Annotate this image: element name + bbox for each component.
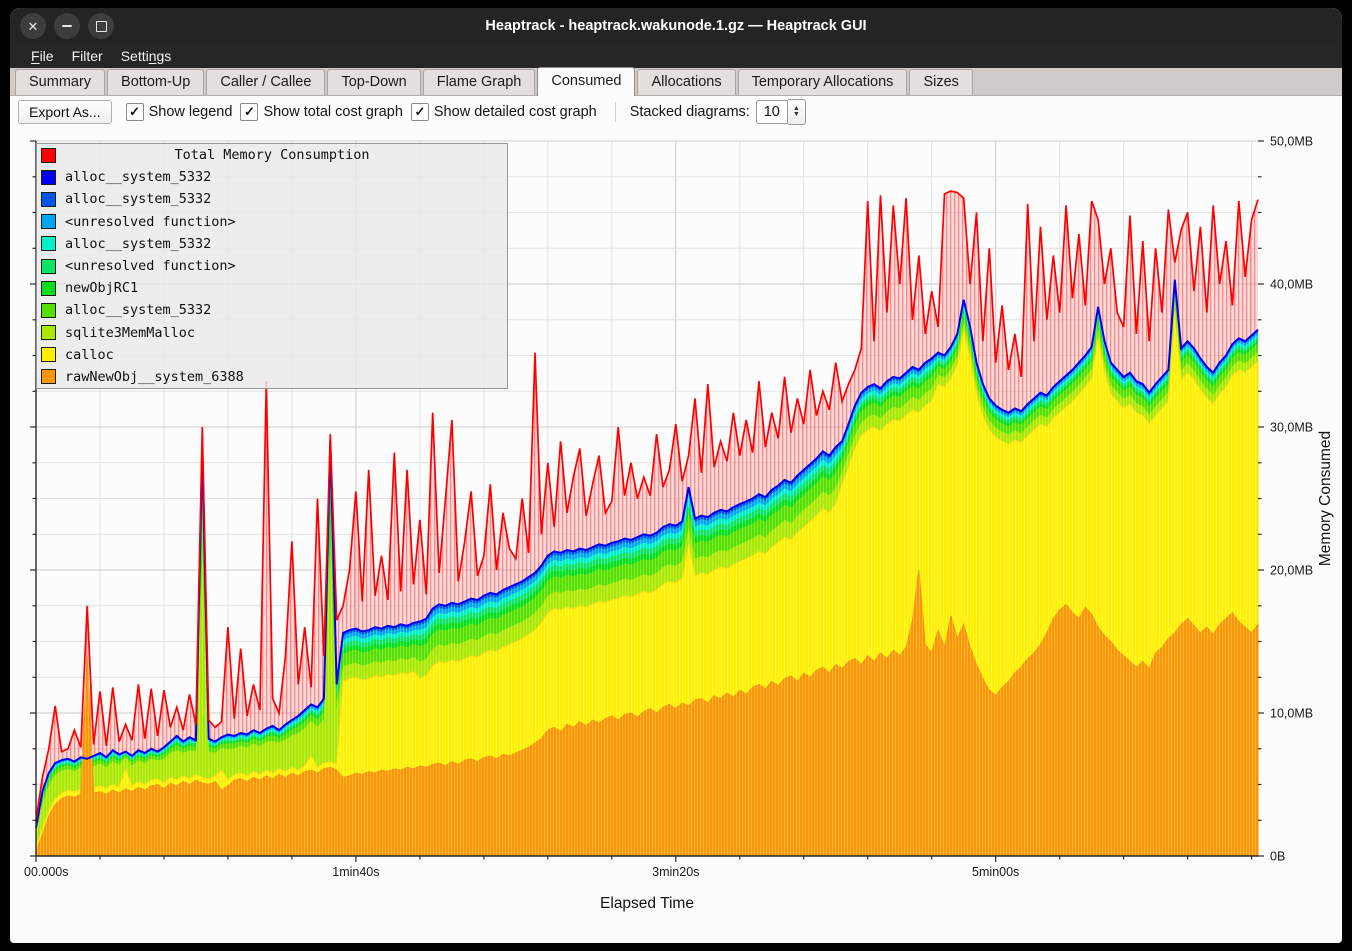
tab-caller-callee[interactable]: Caller / Callee bbox=[206, 69, 325, 95]
legend-item-label: newObjRC1 bbox=[65, 280, 138, 296]
legend-item: newObjRC1 bbox=[37, 277, 507, 299]
y-tick-label: 50,0MB bbox=[1270, 135, 1313, 149]
consumed-chart-area: 00.000s 1min40s 3min20s 5min00s 0B 10,0MB 20,0… bbox=[10, 128, 1342, 943]
checkbox-show-detailed-cost-graph[interactable]: ✓ Show detailed cost graph bbox=[411, 103, 597, 121]
stacked-diagrams-stepper[interactable]: ▲ ▼ bbox=[788, 99, 806, 125]
checkbox-show-total-cost-graph[interactable]: ✓ Show total cost graph bbox=[240, 103, 402, 121]
legend-item-label: alloc__system_5332 bbox=[65, 302, 211, 318]
menu-settings[interactable]: Settings bbox=[112, 46, 181, 66]
toolbar: Export As... ✓ Show legend ✓ Show total cos… bbox=[10, 96, 1342, 128]
checkbox-icon[interactable]: ✓ bbox=[240, 103, 258, 121]
tab-consumed[interactable]: Consumed bbox=[537, 67, 635, 96]
stacked-diagrams-label: Stacked diagrams: bbox=[630, 104, 750, 120]
y-tick-label: 40,0MB bbox=[1270, 278, 1313, 292]
legend-item: <unresolved function> bbox=[37, 211, 507, 233]
legend-item-label: alloc__system_5332 bbox=[65, 236, 211, 252]
checkbox-label: Show total cost graph bbox=[263, 104, 402, 120]
y-axis-title: Memory Consumed bbox=[1317, 431, 1334, 566]
x-tick-label: 3min20s bbox=[652, 865, 699, 879]
menu-filter[interactable]: Filter bbox=[63, 46, 112, 66]
legend-item: alloc__system_5332 bbox=[37, 299, 507, 321]
close-button[interactable]: ✕ bbox=[20, 13, 46, 39]
checkbox-icon[interactable]: ✓ bbox=[411, 103, 429, 121]
tab-summary[interactable]: Summary bbox=[15, 69, 105, 95]
minimize-button[interactable] bbox=[54, 13, 80, 39]
legend-item-label: rawNewObj__system_6388 bbox=[65, 369, 244, 385]
legend-color-swatch bbox=[41, 303, 56, 318]
y-tick-label: 10,0MB bbox=[1270, 707, 1313, 721]
tab-top-down[interactable]: Top-Down bbox=[327, 69, 420, 95]
menu-bar: FileFilterSettings bbox=[10, 44, 1342, 68]
legend-item-label: alloc__system_5332 bbox=[65, 169, 211, 185]
legend-color-swatch bbox=[41, 325, 56, 340]
legend-color-swatch bbox=[41, 259, 56, 274]
minimize-icon bbox=[62, 25, 72, 27]
x-tick-label: 1min40s bbox=[332, 865, 379, 879]
legend-color-swatch bbox=[41, 170, 56, 185]
checkbox-show-legend[interactable]: ✓ Show legend bbox=[126, 103, 233, 121]
spin-down-icon[interactable]: ▼ bbox=[793, 112, 800, 118]
checkbox-icon[interactable]: ✓ bbox=[126, 103, 144, 121]
legend-title-row: Total Memory Consumption bbox=[37, 144, 507, 166]
legend-color-swatch bbox=[41, 214, 56, 229]
legend-item-label: alloc__system_5332 bbox=[65, 191, 211, 207]
legend-item: <unresolved function> bbox=[37, 255, 507, 277]
legend-item: calloc bbox=[37, 344, 507, 366]
legend-color-swatch bbox=[41, 369, 56, 384]
legend-item-label: sqlite3MemMalloc bbox=[65, 325, 195, 341]
tab-bar: SummaryBottom-UpCaller / CalleeTop-DownF… bbox=[10, 68, 1342, 96]
stacked-diagrams-input[interactable]: 10 bbox=[756, 100, 788, 124]
legend-item: alloc__system_5332 bbox=[37, 166, 507, 188]
legend-color-swatch bbox=[41, 192, 56, 207]
legend-item-label: <unresolved function> bbox=[65, 214, 236, 230]
y-tick-label: 30,0MB bbox=[1270, 421, 1313, 435]
legend-item: rawNewObj__system_6388 bbox=[37, 366, 507, 388]
tab-sizes[interactable]: Sizes bbox=[909, 69, 972, 95]
legend-color-swatch bbox=[41, 236, 56, 251]
close-icon: ✕ bbox=[28, 20, 39, 33]
legend-color-swatch bbox=[41, 281, 56, 296]
tab-temporary-allocations[interactable]: Temporary Allocations bbox=[738, 69, 908, 95]
tab-flame-graph[interactable]: Flame Graph bbox=[423, 69, 536, 95]
heaptrack-window: ✕ Heaptrack - heaptrack.wakunode.1.gz — … bbox=[10, 8, 1342, 943]
y-tick-label: 20,0MB bbox=[1270, 564, 1313, 578]
maximize-icon bbox=[96, 21, 107, 32]
x-tick-label: 5min00s bbox=[972, 865, 1019, 879]
tab-allocations[interactable]: Allocations bbox=[637, 69, 735, 95]
menu-file[interactable]: File bbox=[22, 46, 63, 66]
legend-item-label: <unresolved function> bbox=[65, 258, 236, 274]
title-bar[interactable]: ✕ Heaptrack - heaptrack.wakunode.1.gz — … bbox=[10, 8, 1342, 44]
legend-title: Total Memory Consumption bbox=[37, 147, 507, 163]
stacked-diagrams-control: Stacked diagrams: 10 ▲ ▼ bbox=[630, 99, 806, 125]
checkbox-label: Show detailed cost graph bbox=[434, 104, 597, 120]
legend-color-swatch bbox=[41, 347, 56, 362]
legend-item: alloc__system_5332 bbox=[37, 188, 507, 210]
x-axis-title: Elapsed Time bbox=[600, 895, 694, 912]
toolbar-separator bbox=[615, 102, 616, 122]
export-as-button[interactable]: Export As... bbox=[18, 100, 112, 124]
checkbox-label: Show legend bbox=[149, 104, 233, 120]
tab-bottom-up[interactable]: Bottom-Up bbox=[107, 69, 204, 95]
y-tick-label: 0B bbox=[1270, 850, 1285, 864]
window-title: Heaptrack - heaptrack.wakunode.1.gz — He… bbox=[10, 18, 1342, 34]
maximize-button[interactable] bbox=[88, 13, 114, 39]
legend-item-label: calloc bbox=[65, 347, 114, 363]
legend-item: alloc__system_5332 bbox=[37, 233, 507, 255]
legend-item: sqlite3MemMalloc bbox=[37, 322, 507, 344]
x-tick-label: 00.000s bbox=[24, 865, 68, 879]
chart-legend: Total Memory Consumption alloc__system_53… bbox=[36, 143, 508, 389]
